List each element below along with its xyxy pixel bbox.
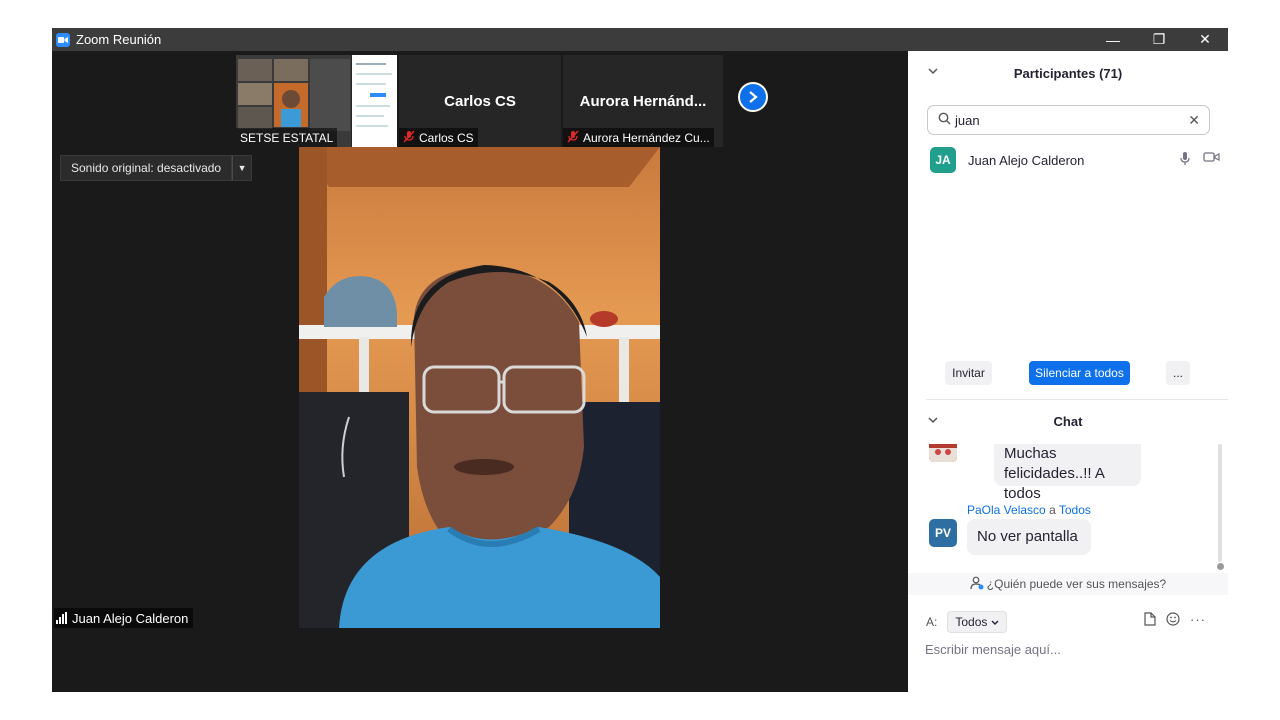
participant-search-input[interactable]: juan ✕ — [927, 105, 1210, 135]
thumbnail-name: Carlos CS — [444, 93, 516, 110]
chat-message-input[interactable]: Escribir mensaje aquí... — [925, 642, 1061, 657]
more-options-button[interactable]: ... — [1166, 361, 1190, 385]
message-sender[interactable]: PaOla Velasco — [967, 503, 1046, 517]
active-speaker-video — [299, 147, 660, 628]
close-button[interactable]: ✕ — [1182, 28, 1228, 51]
video-stage: SETSE ESTATAL Carlos CS Carlos CS Aurora… — [52, 51, 908, 692]
emoji-icon[interactable] — [1166, 612, 1180, 629]
chevron-right-icon — [749, 91, 758, 103]
participant-name: Juan Alejo Calderon — [968, 152, 1085, 168]
mic-muted-icon — [567, 129, 579, 146]
participants-actions: Invitar Silenciar a todos ... — [908, 361, 1228, 385]
signal-strength-icon — [56, 612, 67, 624]
minimize-button[interactable]: — — [1090, 28, 1136, 51]
chat-header: Chat — [908, 401, 1228, 441]
thumbnail-label: Carlos CS — [399, 128, 478, 147]
microphone-icon[interactable] — [1179, 151, 1191, 169]
speaker-video-image — [299, 147, 660, 628]
panel-divider — [926, 399, 1228, 400]
chat-composer: A: Todos ··· Escribir mensaje aquí... — [908, 599, 1228, 692]
mute-all-button[interactable]: Silenciar a todos — [1029, 361, 1130, 385]
thumbnail-label: SETSE ESTATAL — [236, 128, 338, 147]
search-value: juan — [955, 112, 980, 128]
message-connector: a — [1049, 503, 1056, 517]
speaker-name-tag: Juan Alejo Calderon — [54, 608, 194, 628]
zoom-app-icon — [56, 32, 70, 47]
clear-search-icon[interactable]: ✕ — [1188, 112, 1200, 129]
sender-avatar — [929, 444, 957, 462]
thumbnail-setse-estatal[interactable]: SETSE ESTATAL — [236, 55, 397, 147]
search-icon — [938, 112, 951, 128]
participant-row[interactable]: JA Juan Alejo Calderon — [930, 147, 1220, 173]
sender-avatar: PV — [929, 519, 957, 547]
mic-muted-icon — [403, 129, 415, 146]
chat-message-bubble: Muchas felicidades..!! A todos — [994, 444, 1141, 502]
chat-scrollbar[interactable] — [1218, 444, 1222, 562]
next-page-button[interactable] — [738, 82, 768, 112]
original-sound-dropdown[interactable]: ▼ — [232, 155, 253, 181]
side-panel: Participantes (71) juan ✕ JA Juan Alejo … — [908, 51, 1228, 692]
participant-avatar: JA — [930, 147, 956, 173]
participants-title: Participantes (71) — [1013, 65, 1123, 81]
restore-button[interactable]: ❐ — [1136, 28, 1182, 51]
chat-scrollbar-thumb[interactable] — [1217, 563, 1224, 570]
participants-header: Participantes (71) — [908, 51, 1228, 95]
chat-title: Chat — [1053, 413, 1083, 429]
more-options-icon[interactable]: ··· — [1190, 612, 1206, 629]
speaker-name: Juan Alejo Calderon — [72, 610, 189, 626]
window-title: Zoom Reunión — [76, 32, 162, 47]
thumbnail-label-text: Aurora Hernández Cu... — [583, 130, 710, 145]
file-icon[interactable] — [1144, 612, 1156, 629]
message-sender-line: PaOla Velasco a Todos — [967, 503, 1091, 517]
invite-button[interactable]: Invitar — [945, 361, 992, 385]
thumbnail-label: Aurora Hernández Cu... — [563, 128, 714, 147]
original-sound-button[interactable]: Sonido original: desactivado — [60, 155, 233, 181]
who-can-see-messages[interactable]: ¿Quién puede ver sus mensajes? — [908, 573, 1228, 595]
person-lock-icon — [970, 576, 984, 593]
thumbnail-aurora-hernandez[interactable]: Aurora Hernánd... Aurora Hernández Cu... — [563, 55, 723, 147]
collapse-participants-chevron-icon[interactable] — [928, 67, 938, 78]
video-camera-icon[interactable] — [1203, 151, 1220, 169]
message-recipient[interactable]: Todos — [1059, 503, 1091, 517]
thumbnail-label-text: Carlos CS — [419, 130, 474, 145]
chat-message-bubble: No ver pantalla — [967, 519, 1091, 555]
recipient-selector: A: Todos — [926, 611, 1007, 633]
thumbnail-carlos-cs[interactable]: Carlos CS Carlos CS — [399, 55, 561, 147]
to-label: A: — [926, 615, 938, 629]
chevron-down-icon — [991, 620, 999, 625]
collapse-chat-chevron-icon[interactable] — [928, 416, 938, 427]
original-sound-control: Sonido original: desactivado ▼ — [60, 155, 253, 181]
title-bar: Zoom Reunión — ❐ ✕ — [52, 28, 1228, 51]
thumbnail-name: Aurora Hernánd... — [579, 93, 707, 110]
zoom-window: Zoom Reunión — ❐ ✕ SETSE ESTATAL Carlos … — [52, 28, 1228, 692]
recipient-dropdown[interactable]: Todos — [947, 611, 1007, 633]
who-can-see-text: ¿Quién puede ver sus mensajes? — [986, 577, 1167, 591]
